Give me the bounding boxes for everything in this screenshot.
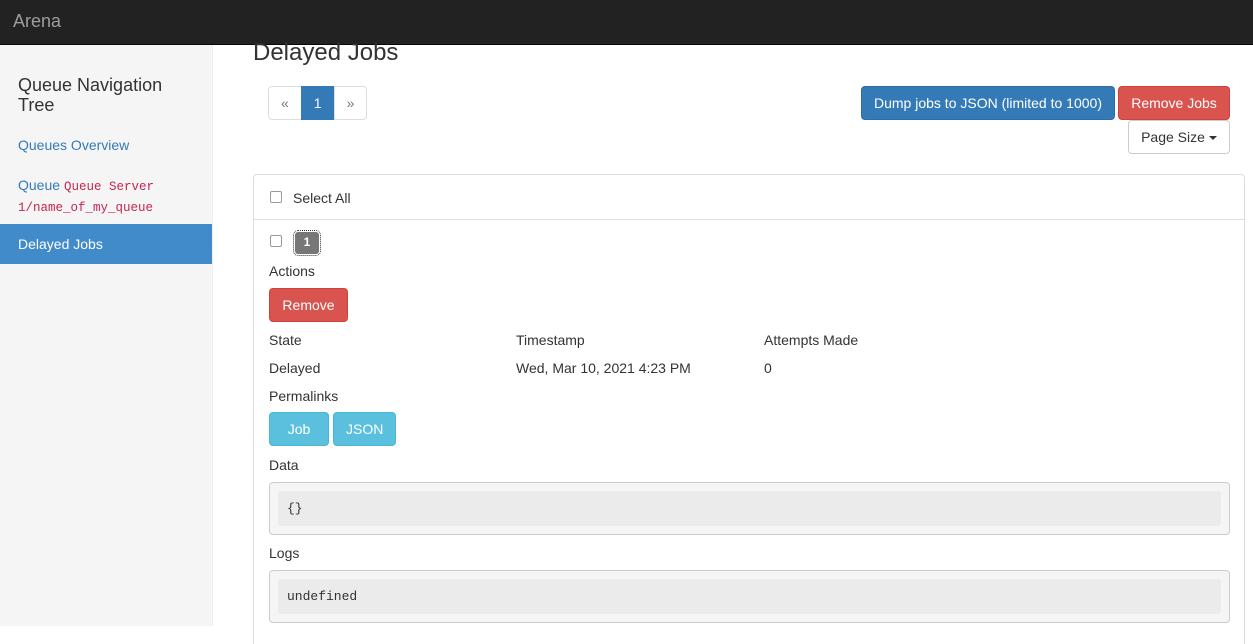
logs-well: undefined (269, 570, 1230, 623)
pagination: « 1 » (268, 86, 368, 120)
select-all-checkbox[interactable] (270, 191, 282, 203)
remove-job-button[interactable]: Remove (269, 288, 348, 322)
pagination-prev[interactable]: « (268, 86, 302, 120)
page-title: Delayed Jobs (253, 39, 399, 66)
permalinks-label: Permalinks (269, 388, 339, 404)
dump-json-button[interactable]: Dump jobs to JSON (limited to 1000) (861, 86, 1115, 120)
sidebar-item-queue[interactable]: Queue Queue Server 1/name_of_my_queue (0, 176, 212, 218)
page-size-dropdown[interactable]: Page Size (1128, 120, 1230, 154)
data-well: {} (269, 482, 1230, 535)
remove-jobs-button[interactable]: Remove Jobs (1118, 86, 1230, 120)
state-header: State (269, 332, 302, 348)
caret-down-icon (1208, 136, 1217, 141)
attempts-header: Attempts Made (764, 332, 859, 348)
data-label: Data (269, 457, 299, 473)
top-navbar: Arena (0, 0, 1253, 45)
main-content: Delayed Jobs « 1 » Dump jobs to JSON (li… (213, 40, 1253, 644)
logs-label: Logs (269, 545, 300, 561)
sidebar: Queue Navigation Tree Queues Overview Qu… (0, 45, 213, 626)
timestamp-value: Wed, Mar 10, 2021 4:23 PM (516, 360, 691, 376)
timestamp-header: Timestamp (516, 332, 585, 348)
permalink-job-button[interactable]: Job 1 (269, 412, 329, 469)
select-all-label: Select All (293, 190, 351, 206)
pagination-next[interactable]: » (333, 86, 368, 120)
job-id-badge[interactable]: 1 (293, 230, 321, 256)
job-checkbox[interactable] (270, 235, 282, 247)
actions-label: Actions (269, 263, 315, 279)
sidebar-title: Queue Navigation Tree (18, 75, 163, 115)
panel-heading: Select All (254, 175, 1244, 220)
pagination-page-1[interactable]: 1 (300, 86, 335, 120)
brand-logo[interactable]: Arena (13, 11, 61, 31)
queue-prefix-label: Queue (18, 177, 61, 193)
logs-code: undefined (278, 579, 1221, 614)
permalink-json-button[interactable]: JSON (333, 412, 396, 446)
sidebar-item-queues-overview[interactable]: Queues Overview (0, 135, 212, 155)
page-size-label: Page Size (1141, 129, 1205, 145)
attempts-value: 0 (764, 360, 772, 376)
data-code: {} (278, 491, 1221, 526)
jobs-panel: Select All 1 Actions Remove State Timest… (253, 174, 1245, 644)
state-value: Delayed (269, 360, 321, 376)
sidebar-item-delayed-jobs[interactable]: Delayed Jobs (0, 224, 212, 264)
